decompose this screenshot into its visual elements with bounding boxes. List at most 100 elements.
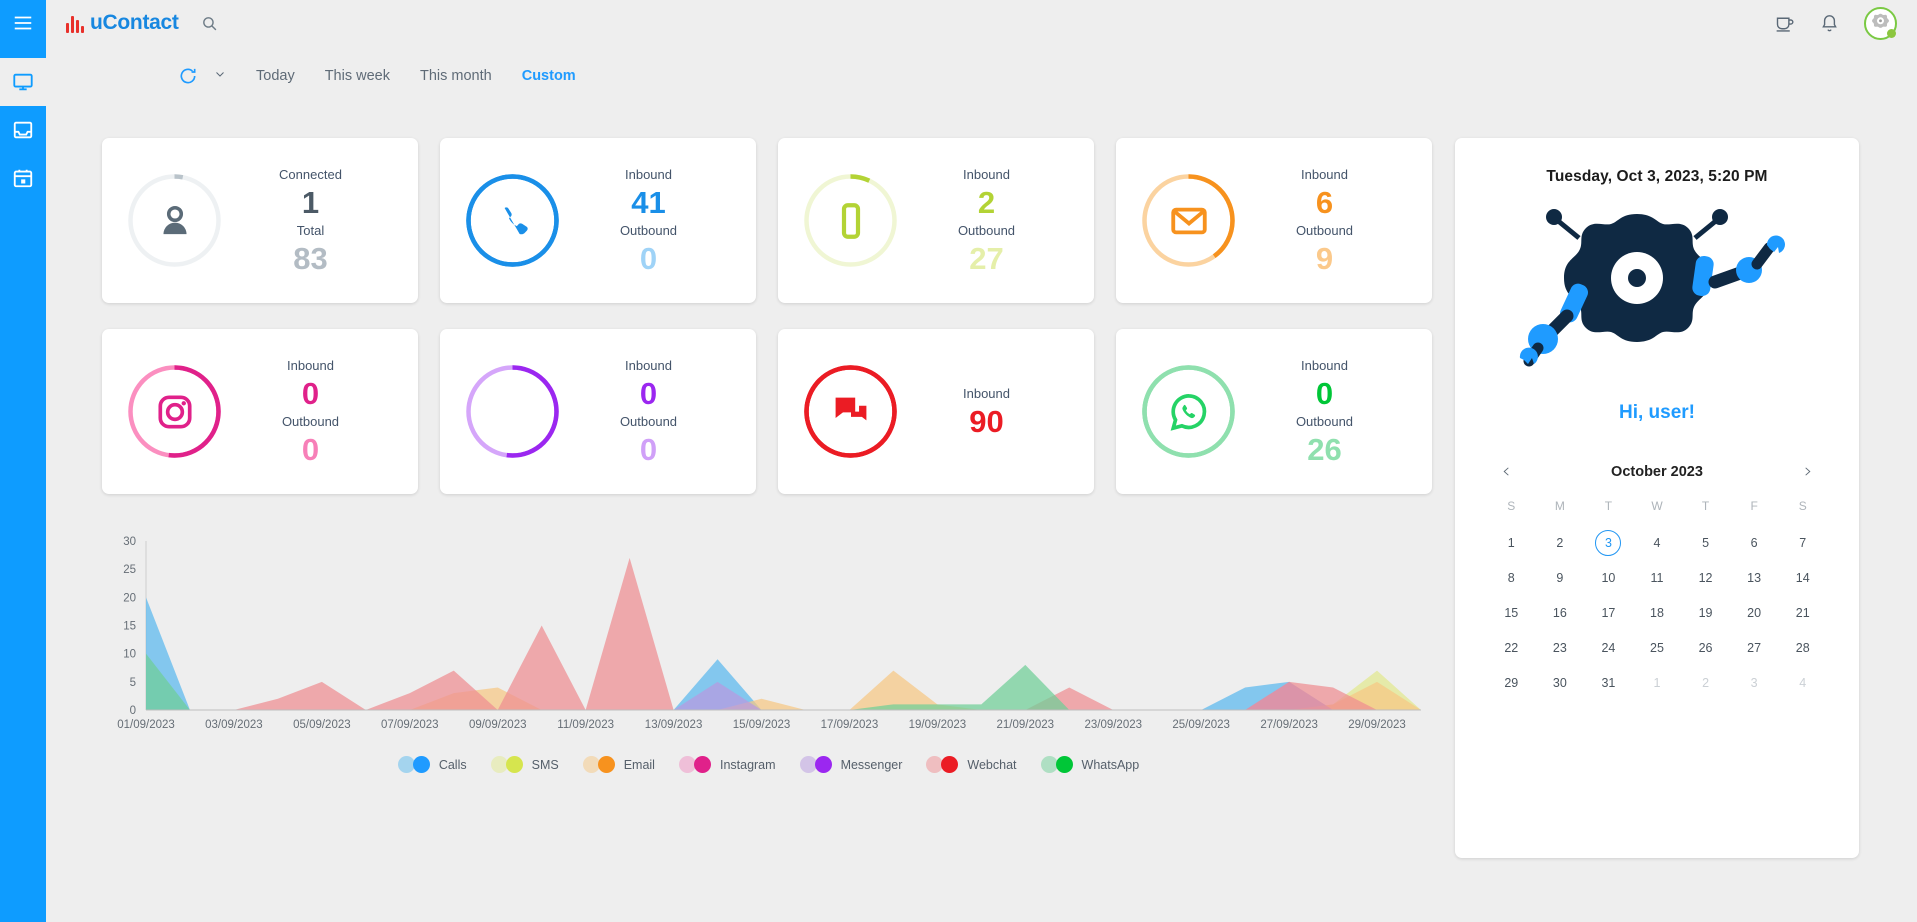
left-sidebar: [0, 0, 46, 922]
metric-card-messenger[interactable]: Inbound 0 Outbound 0: [440, 329, 756, 494]
refresh-options-button[interactable]: [214, 67, 226, 85]
card-channel-icon-wrap: [800, 170, 901, 271]
sidebar-item-calendar[interactable]: [0, 154, 46, 202]
calendar-day[interactable]: 16: [1536, 600, 1585, 626]
metric-card-grid: Connected 1 Total 83 Inbound 41 Outbound 0 Inbou…: [102, 138, 1432, 494]
metric-card-webchat[interactable]: Inbound 90: [778, 329, 1094, 494]
calendar-prev-button[interactable]: [1493, 462, 1520, 481]
card-label-top: Inbound: [963, 166, 1010, 182]
calendar-day[interactable]: 3: [1730, 670, 1779, 696]
calendar-day-selected[interactable]: 3: [1584, 530, 1633, 556]
calendar-day[interactable]: 2: [1681, 670, 1730, 696]
sidebar-item-dashboard[interactable]: [0, 58, 46, 106]
legend-item-sms[interactable]: SMS: [490, 756, 559, 773]
calendar-day[interactable]: 31: [1584, 670, 1633, 696]
card-label-bottom: Outbound: [281, 413, 340, 429]
robot-icon: [1519, 209, 1785, 367]
calendar-day[interactable]: 8: [1487, 565, 1536, 591]
search-button[interactable]: [201, 15, 218, 32]
calendar-day[interactable]: 4: [1778, 670, 1827, 696]
legend-swatch: [1040, 756, 1075, 773]
legend-item-email[interactable]: Email: [582, 756, 655, 773]
legend-item-calls[interactable]: Calls: [397, 756, 467, 773]
calendar-day[interactable]: 13: [1730, 565, 1779, 591]
card-label-top: Inbound: [625, 166, 672, 182]
metric-card-email[interactable]: Inbound 6 Outbound 9: [1116, 138, 1432, 303]
calendar-day[interactable]: 1: [1633, 670, 1682, 696]
metric-card-calls[interactable]: Inbound 41 Outbound 0: [440, 138, 756, 303]
coffee-cup-icon: [1776, 17, 1794, 32]
metric-card-connected-agents[interactable]: Connected 1 Total 83: [102, 138, 418, 303]
status-badge: [1887, 28, 1896, 38]
chevron-left-icon: [1503, 467, 1509, 476]
card-label-bottom: Outbound: [619, 413, 678, 429]
card-value-inbound: 90: [969, 403, 1004, 439]
calendar-day[interactable]: 5: [1681, 530, 1730, 556]
x-axis-tick: 17/09/2023: [821, 719, 879, 731]
inbox-icon: [13, 121, 33, 139]
legend-item-instagram[interactable]: Instagram: [678, 756, 776, 773]
card-progress-ring: [124, 361, 225, 462]
card-progress-ring: [800, 361, 901, 462]
card-progress-ring: [462, 170, 563, 271]
calendar-day[interactable]: 12: [1681, 565, 1730, 591]
break-button[interactable]: [1774, 13, 1795, 34]
x-axis-tick: 27/09/2023: [1260, 719, 1318, 731]
card-channel-icon-wrap: [462, 170, 563, 271]
y-axis-tick: 0: [130, 705, 136, 717]
legend-label: SMS: [531, 757, 559, 772]
calendar-day[interactable]: 15: [1487, 600, 1536, 626]
range-tab-today[interactable]: Today: [256, 68, 295, 84]
calendar-dow-6: S: [1798, 499, 1807, 513]
sidebar-item-inbox[interactable]: [0, 106, 46, 154]
card-progress-ring: [124, 170, 225, 271]
refresh-button[interactable]: [178, 66, 198, 86]
metric-card-sms[interactable]: Inbound 2 Outbound 27: [778, 138, 1094, 303]
calendar-day[interactable]: 21: [1778, 600, 1827, 626]
x-axis-tick: 29/09/2023: [1348, 719, 1406, 731]
x-axis-tick: 23/09/2023: [1084, 719, 1142, 731]
legend-item-messenger[interactable]: Messenger: [799, 756, 902, 773]
calendar-day[interactable]: 14: [1778, 565, 1827, 591]
card-value-outbound: 83: [293, 240, 328, 276]
calendar-day[interactable]: 24: [1584, 635, 1633, 661]
card-label-top: Connected: [279, 166, 342, 182]
card-value-inbound: 0: [301, 375, 320, 411]
legend-item-whatsapp[interactable]: WhatsApp: [1040, 756, 1139, 773]
calendar-day[interactable]: 11: [1633, 565, 1682, 591]
calendar-day[interactable]: 17: [1584, 600, 1633, 626]
range-tab-this-month[interactable]: This month: [420, 68, 492, 84]
calendar-day[interactable]: 29: [1487, 670, 1536, 696]
calendar-day[interactable]: 4: [1633, 530, 1682, 556]
brand-logo[interactable]: uContact: [66, 11, 179, 35]
calendar-day[interactable]: 22: [1487, 635, 1536, 661]
legend-item-webchat[interactable]: Webchat: [926, 756, 1017, 773]
x-axis-tick: 19/09/2023: [909, 719, 967, 731]
menu-toggle-button[interactable]: [0, 0, 46, 46]
calendar-day[interactable]: 7: [1778, 530, 1827, 556]
calendar-day[interactable]: 28: [1778, 635, 1827, 661]
calendar-day[interactable]: 26: [1681, 635, 1730, 661]
calendar-day[interactable]: 23: [1536, 635, 1585, 661]
calendar-next-button[interactable]: [1794, 462, 1821, 481]
calendar-day[interactable]: 19: [1681, 600, 1730, 626]
calendar-day[interactable]: 30: [1536, 670, 1585, 696]
calendar-day[interactable]: 18: [1633, 600, 1682, 626]
calendar-day[interactable]: 9: [1536, 565, 1585, 591]
calendar-day[interactable]: 20: [1730, 600, 1779, 626]
x-axis-tick: 01/09/2023: [117, 719, 175, 731]
metric-card-instagram[interactable]: Inbound 0 Outbound 0: [102, 329, 418, 494]
calendar-day[interactable]: 25: [1633, 635, 1682, 661]
person-icon: [162, 205, 187, 234]
range-tab-custom[interactable]: Custom: [522, 68, 576, 84]
range-tab-this-week[interactable]: This week: [325, 68, 390, 84]
calendar-day[interactable]: 10: [1584, 565, 1633, 591]
calendar-day[interactable]: 2: [1536, 530, 1585, 556]
avatar[interactable]: [1864, 6, 1897, 40]
calendar-day[interactable]: 1: [1487, 530, 1536, 556]
metric-card-whatsapp[interactable]: Inbound 0 Outbound 26: [1116, 329, 1432, 494]
notification-bell-icon: [1822, 14, 1837, 31]
calendar-day[interactable]: 27: [1730, 635, 1779, 661]
calendar-day[interactable]: 6: [1730, 530, 1779, 556]
notifications-button[interactable]: [1819, 13, 1840, 34]
